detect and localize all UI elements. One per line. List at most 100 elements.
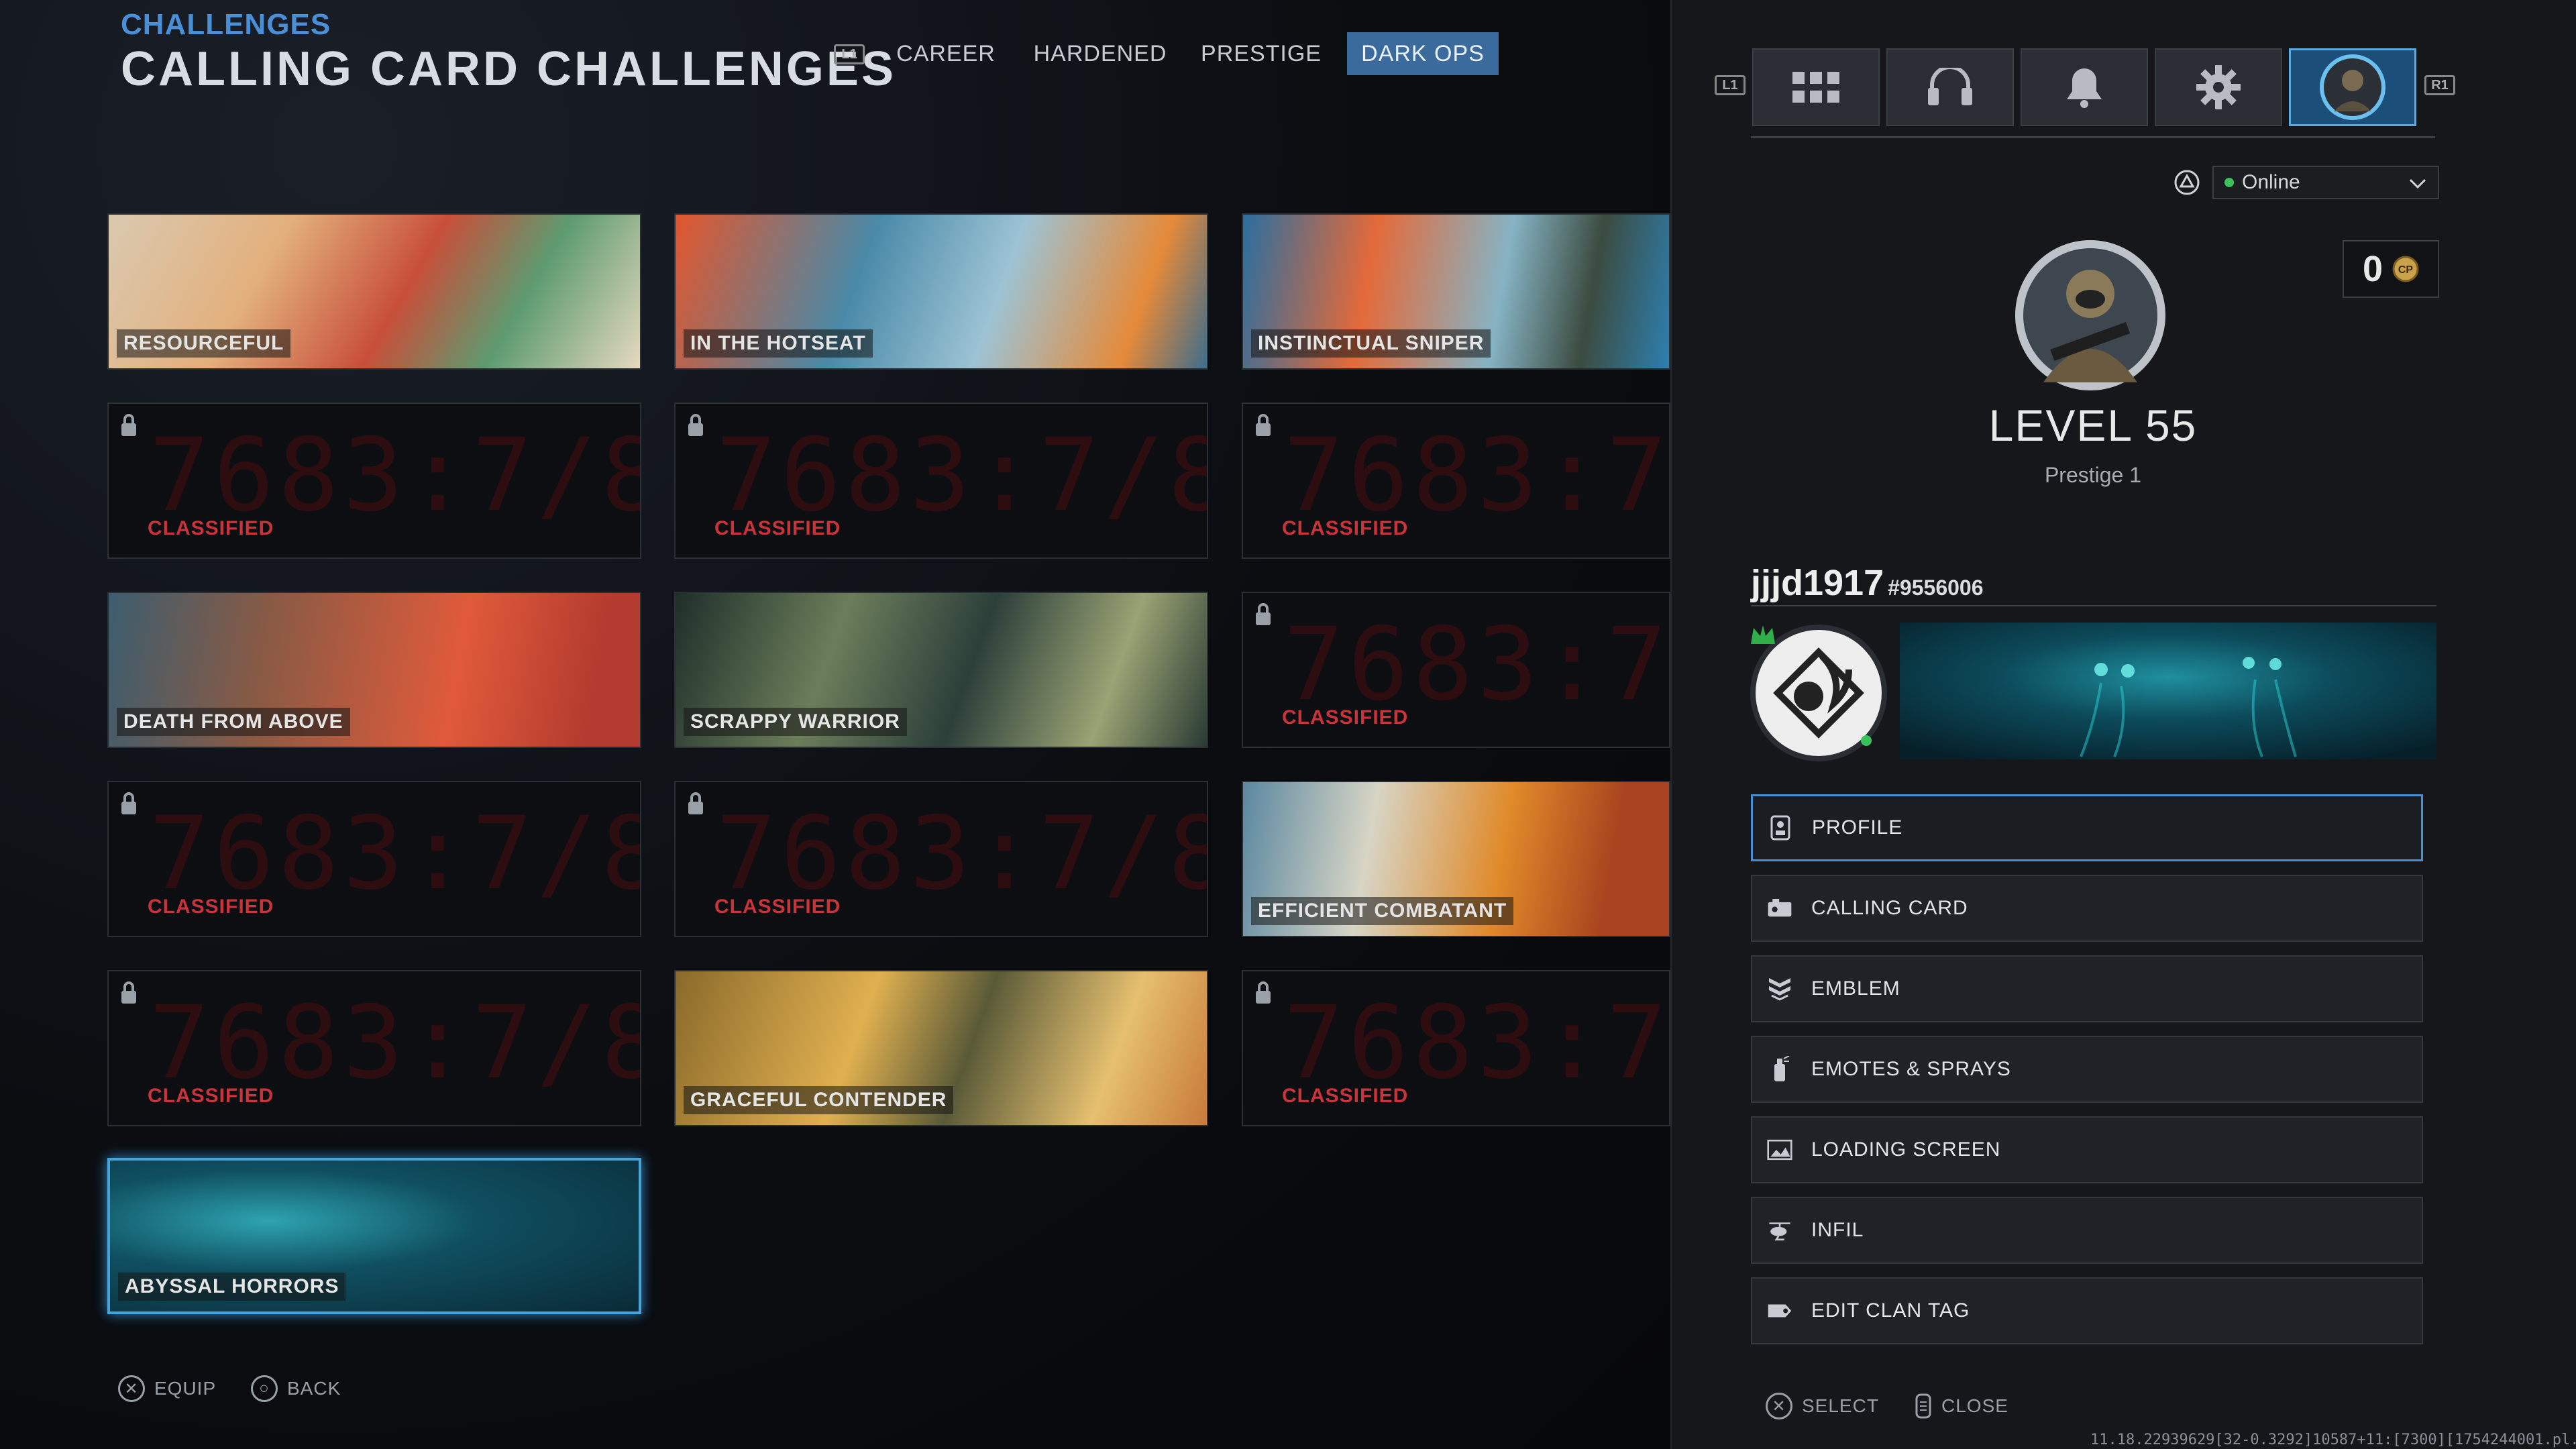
menu-emotes-sprays[interactable]: EMOTES & SPRAYS xyxy=(1751,1036,2423,1103)
emotes-icon xyxy=(1767,1056,1792,1082)
status-label: Online xyxy=(2242,171,2300,193)
name-divider xyxy=(1751,605,2436,606)
tab-hardened[interactable]: HARDENED xyxy=(1020,32,1181,75)
profile-avatar-button[interactable] xyxy=(2289,48,2416,126)
card-label: EFFICIENT COMBATANT xyxy=(1251,897,1514,925)
top-divider xyxy=(1751,136,2435,138)
menu-item-label: LOADING SCREEN xyxy=(1811,1138,2001,1161)
card-graceful-contender[interactable]: GRACEFUL CONTENDER xyxy=(674,970,1208,1126)
card-label: CLASSIFIED xyxy=(714,517,841,539)
profile-icon xyxy=(1768,815,1793,841)
card-classified[interactable]: 7683:7/87 CLASSIFIED xyxy=(1242,970,1670,1126)
classified-pattern: 7683:7/87 xyxy=(149,417,640,534)
card-abyssal-horrors[interactable]: ABYSSAL HORRORS xyxy=(107,1158,641,1314)
back-hint[interactable]: ○ BACK xyxy=(251,1375,341,1402)
cod-points-icon: CP xyxy=(2392,256,2419,282)
social-button[interactable] xyxy=(1886,48,2014,126)
menu-edit-clan-tag[interactable]: EDIT CLAN TAG xyxy=(1751,1277,2423,1344)
online-status-dropdown[interactable]: Online xyxy=(2212,166,2439,199)
page-title: CALLING CARD CHALLENGES xyxy=(121,42,896,96)
menu-item-label: EMBLEM xyxy=(1811,977,1900,1000)
card-death-from-above[interactable]: DEATH FROM ABOVE xyxy=(107,592,641,748)
card-classified[interactable]: 7683:7/87 CLASSIFIED xyxy=(107,402,641,559)
l1-button-hint: L1 xyxy=(834,44,865,64)
player-level: LEVEL 55 xyxy=(1988,400,2198,450)
emblem-icon xyxy=(1767,976,1792,1002)
equip-hint[interactable]: ✕ EQUIP xyxy=(118,1375,216,1402)
grid-icon xyxy=(1792,72,1839,103)
lock-icon xyxy=(1256,981,1271,1004)
username: jjjd1917 xyxy=(1751,563,1884,603)
tab-prestige[interactable]: PRESTIGE xyxy=(1201,32,1322,75)
settings-button[interactable] xyxy=(2155,48,2282,126)
notifications-button[interactable] xyxy=(2021,48,2148,126)
classified-pattern: 7683:7/87 xyxy=(149,985,640,1102)
card-classified[interactable]: 7683:7/87 CLASSIFIED xyxy=(1242,592,1670,748)
back-hint-label: BACK xyxy=(287,1378,341,1399)
headset-icon xyxy=(1928,68,1972,105)
currency-value: 0 xyxy=(2362,249,2383,289)
lock-icon xyxy=(1256,603,1271,625)
close-hint[interactable]: CLOSE xyxy=(1915,1393,2008,1419)
menu-item-label: PROFILE xyxy=(1812,816,1903,839)
lock-icon xyxy=(1256,414,1271,436)
menu-item-label: EDIT CLAN TAG xyxy=(1811,1299,1970,1322)
classified-pattern: 7683:7/87 xyxy=(1283,985,1670,1102)
classified-pattern: 7683:7/87 xyxy=(716,417,1207,534)
circle-button-icon: ○ xyxy=(251,1375,278,1402)
card-classified[interactable]: 7683:7/87 CLASSIFIED xyxy=(1242,402,1670,559)
card-label: CLASSIFIED xyxy=(1282,1085,1409,1107)
menu-emblem[interactable]: EMBLEM xyxy=(1751,955,2423,1022)
menu-item-label: INFIL xyxy=(1811,1219,1864,1241)
lock-icon xyxy=(688,792,703,814)
card-label: GRACEFUL CONTENDER xyxy=(684,1086,954,1114)
equipped-calling-card[interactable] xyxy=(1900,623,2436,759)
menu-profile[interactable]: PROFILE xyxy=(1751,794,2423,861)
select-hint[interactable]: ✕ SELECT xyxy=(1766,1393,1879,1419)
card-scrappy-warrior[interactable]: SCRAPPY WARRIOR xyxy=(674,592,1208,748)
currency-display: 0 CP xyxy=(2343,240,2439,298)
calling-card-icon xyxy=(1767,896,1792,921)
gear-icon xyxy=(2196,65,2241,109)
menu-item-label: CALLING CARD xyxy=(1811,897,1968,919)
lock-icon xyxy=(121,792,136,814)
player-name: jjjd1917 #9556006 xyxy=(1751,562,1984,604)
classified-pattern: 7683:7/87 xyxy=(1283,417,1670,534)
classified-pattern: 7683:7/87 xyxy=(1283,606,1670,723)
triangle-button-icon xyxy=(2174,170,2200,195)
player-tag: #9556006 xyxy=(1888,576,1984,600)
card-instinctual-sniper[interactable]: INSTINCTUAL SNIPER xyxy=(1242,213,1670,370)
card-in-the-hotseat[interactable]: IN THE HOTSEAT xyxy=(674,213,1208,370)
card-label: CLASSIFIED xyxy=(148,1085,274,1107)
card-label: CLASSIFIED xyxy=(148,896,274,918)
card-label: CLASSIFIED xyxy=(714,896,841,918)
menu-calling-card[interactable]: CALLING CARD xyxy=(1751,875,2423,942)
operator-portrait xyxy=(2015,240,2165,390)
tab-dark-ops[interactable]: DARK OPS xyxy=(1347,32,1499,75)
tab-career[interactable]: CAREER xyxy=(892,32,1000,75)
l1-button-hint: L1 xyxy=(1715,75,1746,95)
menu-loading-screen[interactable]: LOADING SCREEN xyxy=(1751,1116,2423,1183)
menu-infil[interactable]: INFIL xyxy=(1751,1197,2423,1264)
cross-button-icon: ✕ xyxy=(118,1375,145,1402)
menu-grid-button[interactable] xyxy=(1752,48,1880,126)
card-classified[interactable]: 7683:7/87 CLASSIFIED xyxy=(107,781,641,937)
bell-icon xyxy=(2067,68,2102,108)
clan-tag-icon xyxy=(1767,1298,1792,1324)
lock-icon xyxy=(688,414,703,436)
card-label: SCRAPPY WARRIOR xyxy=(684,708,907,736)
infil-icon xyxy=(1767,1218,1792,1243)
online-status-dot xyxy=(2224,178,2234,187)
section-subtitle: CHALLENGES xyxy=(121,8,331,41)
card-resourceful[interactable]: RESOURCEFUL xyxy=(107,213,641,370)
svg-text:CP: CP xyxy=(2398,264,2414,276)
card-classified[interactable]: 7683:7/87 CLASSIFIED xyxy=(674,781,1208,937)
card-efficient-combatant[interactable]: EFFICIENT COMBATANT xyxy=(1242,781,1670,937)
card-classified[interactable]: 7683:7/87 CLASSIFIED xyxy=(107,970,641,1126)
card-classified[interactable]: 7683:7/87 CLASSIFIED xyxy=(674,402,1208,559)
card-label: CLASSIFIED xyxy=(1282,517,1409,539)
card-label: CLASSIFIED xyxy=(1282,706,1409,729)
card-label: DEATH FROM ABOVE xyxy=(117,708,350,736)
build-info: 11.18.22939629[32-0.3292]10587+11:[7300]… xyxy=(2090,1432,2576,1448)
lock-icon xyxy=(121,981,136,1004)
